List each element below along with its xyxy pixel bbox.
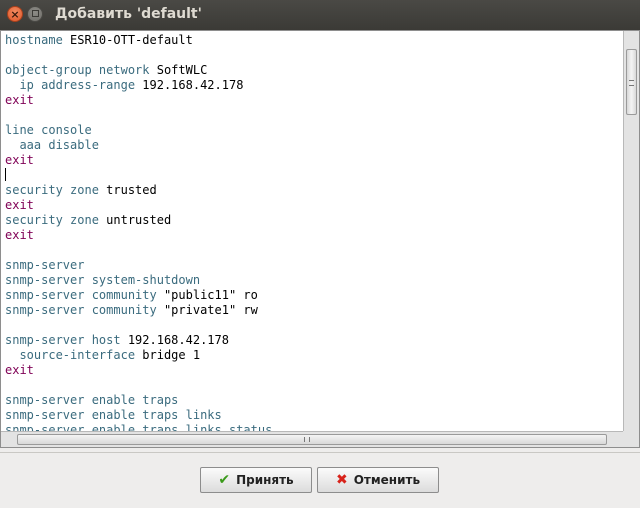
config-value: "private1" rw [156, 303, 258, 317]
config-keyword: source-interface [5, 348, 136, 362]
cancel-button-label: Отменить [353, 473, 421, 487]
code-line: snmp-server community "private1" rw [5, 303, 622, 318]
code-line: exit [5, 198, 622, 213]
exit-keyword: exit [5, 93, 34, 107]
close-icon: × [10, 8, 20, 21]
scroll-corner [623, 431, 639, 447]
divider [0, 452, 640, 453]
config-keyword: line console [5, 123, 92, 137]
config-value: 192.168.42.178 [120, 333, 229, 347]
minimize-window-button[interactable] [27, 6, 43, 22]
config-keyword: snmp-server enable traps links status [5, 423, 273, 431]
restore-icon [32, 10, 39, 17]
code-line: snmp-server enable traps links [5, 408, 622, 423]
config-keyword: snmp-server [5, 258, 85, 272]
config-keyword: security zone [5, 183, 99, 197]
config-value: 192.168.42.178 [135, 78, 244, 92]
config-keyword: snmp-server host [5, 333, 121, 347]
scroll-up-icon[interactable] [624, 31, 639, 45]
config-text-area[interactable]: hostname ESR10-OTT-default object-group n… [5, 33, 622, 431]
config-value: bridge 1 [135, 348, 201, 362]
exit-keyword: exit [5, 363, 34, 377]
code-line: source-interface bridge 1 [5, 348, 622, 363]
config-keyword: snmp-server enable traps [5, 393, 179, 407]
config-value: "public11" ro [156, 288, 258, 302]
code-line: snmp-server system-shutdown [5, 273, 622, 288]
config-value: untrusted [98, 213, 172, 227]
config-keyword: snmp-server community [5, 288, 157, 302]
config-keyword: snmp-server system-shutdown [5, 273, 201, 287]
code-line: snmp-server enable traps links status [5, 423, 622, 431]
config-value: SoftWLC [149, 63, 208, 77]
vertical-scrollbar[interactable] [623, 31, 639, 431]
code-line: line console [5, 123, 622, 138]
config-keyword: ip address-range [5, 78, 136, 92]
code-line: aaa disable [5, 138, 622, 153]
accept-button-label: Принять [236, 473, 294, 487]
code-line: snmp-server community "public11" ro [5, 288, 622, 303]
code-line: ip address-range 192.168.42.178 [5, 78, 622, 93]
code-line [5, 168, 622, 183]
exit-keyword: exit [5, 198, 34, 212]
config-value: ESR10-OTT-default [62, 33, 193, 47]
x-icon: ✖ [335, 472, 348, 488]
code-line: snmp-server enable traps [5, 393, 622, 408]
code-line: object-group network SoftWLC [5, 63, 622, 78]
config-value: trusted [98, 183, 157, 197]
text-caret [5, 168, 6, 181]
close-window-button[interactable]: × [7, 6, 23, 22]
exit-keyword: exit [5, 153, 34, 167]
scroll-down-icon[interactable] [624, 417, 639, 431]
cancel-button[interactable]: ✖ Отменить [317, 467, 439, 493]
config-keyword: hostname [5, 33, 63, 47]
config-keyword: snmp-server enable traps links [5, 408, 222, 422]
code-line: security zone trusted [5, 183, 622, 198]
window-title: Добавить 'default' [55, 6, 202, 22]
scroll-left-icon[interactable] [1, 432, 15, 447]
code-line: exit [5, 153, 622, 168]
grip-icon [629, 80, 634, 86]
config-keyword: aaa disable [5, 138, 99, 152]
code-line: exit [5, 93, 622, 108]
config-editor[interactable]: hostname ESR10-OTT-default object-group n… [0, 30, 640, 448]
exit-keyword: exit [5, 228, 34, 242]
title-bar: × Добавить 'default' [0, 0, 640, 30]
grip-icon [304, 437, 310, 442]
code-line: exit [5, 228, 622, 243]
code-line: exit [5, 363, 622, 378]
code-line: snmp-server [5, 258, 622, 273]
config-keyword: object-group network [5, 63, 150, 77]
code-line: security zone untrusted [5, 213, 622, 228]
config-keyword: security zone [5, 213, 99, 227]
horizontal-scrollbar[interactable] [1, 431, 623, 447]
vertical-scroll-thumb[interactable] [626, 49, 637, 115]
code-line: hostname ESR10-OTT-default [5, 33, 622, 48]
accept-button[interactable]: ✔ Принять [200, 467, 312, 493]
check-icon: ✔ [218, 472, 231, 488]
scroll-right-icon[interactable] [609, 432, 623, 447]
config-keyword: snmp-server community [5, 303, 157, 317]
horizontal-scroll-thumb[interactable] [17, 434, 607, 445]
code-line: snmp-server host 192.168.42.178 [5, 333, 622, 348]
